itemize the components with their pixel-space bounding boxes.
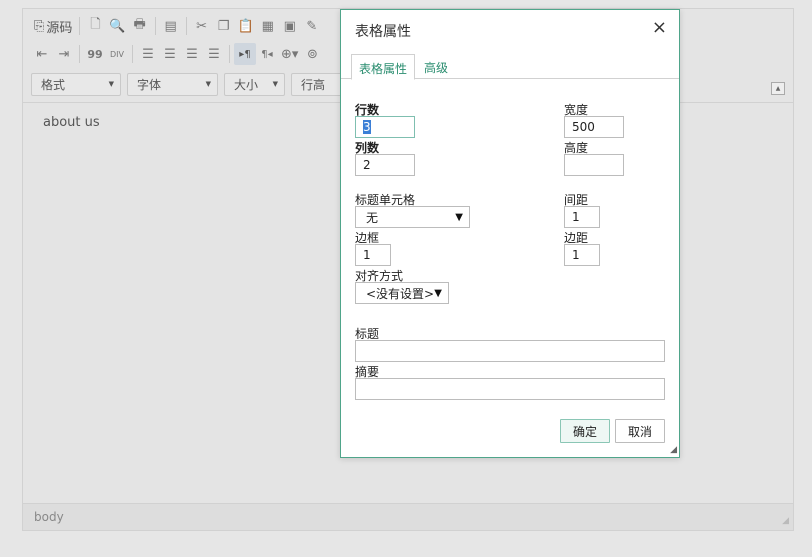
align-left-button[interactable]: ☰	[137, 43, 159, 65]
rtl-button[interactable]: ¶◂	[256, 43, 278, 65]
new-page-button[interactable]: 🗋	[84, 15, 106, 37]
rows-input[interactable]: 3	[355, 116, 415, 138]
paste-text-icon: ▦	[261, 18, 274, 34]
ok-button[interactable]: 确定	[560, 419, 610, 443]
dialog-resize-grip-icon[interactable]: ◢	[670, 445, 677, 455]
align-center-icon: ☰	[164, 46, 176, 62]
size-combo[interactable]: 大小 ▼	[224, 72, 285, 96]
toolbar-separator	[229, 45, 230, 63]
link-icon: ⊚	[306, 46, 318, 62]
cut-button[interactable]: ✂	[191, 15, 213, 37]
header-cells-value: 无	[366, 210, 379, 225]
language-button[interactable]: ⊕▾	[278, 43, 301, 65]
editor-content[interactable]: about us	[43, 115, 100, 130]
tab-table-properties[interactable]: 表格属性	[351, 54, 416, 80]
chevron-down-icon: ▼	[434, 287, 442, 299]
indent-icon: ⇥	[58, 46, 70, 62]
templates-icon: ▤	[164, 18, 177, 34]
caption-input[interactable]	[355, 340, 665, 362]
ltr-icon: ▸¶	[239, 48, 251, 60]
link-button[interactable]: ⊚	[301, 43, 323, 65]
paste-text-button[interactable]: ▦	[257, 15, 279, 37]
summary-input[interactable]	[355, 378, 665, 400]
toolbar-row-1: ⎘ 源码 🗋 🔍 🖶 ▤ ✂ ❐ 📋 ▦ ▣ ✎	[31, 14, 323, 38]
editor-status-bar: body ◢	[23, 503, 793, 530]
source-icon: ⎘	[34, 18, 45, 34]
eraser-icon: ✎	[306, 18, 318, 34]
tab-advanced[interactable]: 高级	[417, 54, 455, 80]
dialog-tabs: 表格属性 高级	[341, 54, 679, 80]
font-combo[interactable]: 字体 ▼	[127, 72, 218, 96]
toolbar-row-3: 格式 ▼ 字体 ▼ 大小 ▼ 行高	[31, 72, 357, 96]
align-select[interactable]: <没有设置> ▼	[355, 282, 449, 304]
align-value: <没有设置>	[366, 286, 435, 301]
triangle-up-icon: ▲	[775, 85, 781, 92]
preview-button[interactable]: 🔍	[106, 15, 128, 37]
toolbar-separator	[79, 17, 81, 35]
header-cells-select[interactable]: 无 ▼	[355, 206, 470, 228]
toolbar-separator	[79, 45, 80, 63]
height-input[interactable]	[564, 154, 624, 176]
close-icon[interactable]: ×	[652, 18, 667, 38]
blockquote-icon: 99	[87, 47, 103, 61]
toolbar-row-2: ⇤ ⇥ 99 DIV ☰ ☰ ☰ ☰ ▸¶ ¶◂ ⊕▾ ⊚	[31, 42, 323, 66]
justify-button[interactable]: ☰	[203, 43, 225, 65]
copy-button[interactable]: ❐	[213, 15, 235, 37]
paste-word-icon: ▣	[283, 18, 296, 34]
div-icon: DIV	[110, 49, 124, 59]
chevron-down-icon: ▼	[455, 211, 463, 223]
paste-word-button[interactable]: ▣	[279, 15, 301, 37]
font-combo-label: 字体	[137, 77, 162, 92]
chevron-down-icon: ▼	[272, 80, 278, 88]
align-left-icon: ☰	[142, 46, 154, 62]
width-input[interactable]: 500	[564, 116, 624, 138]
copy-icon: ❐	[217, 18, 230, 34]
cut-icon: ✂	[196, 18, 208, 34]
rows-value: 3	[363, 120, 371, 134]
border-input[interactable]: 1	[355, 244, 391, 266]
format-combo-label: 格式	[41, 77, 66, 92]
size-combo-label: 大小	[234, 77, 259, 92]
source-button[interactable]: ⎘ 源码	[31, 15, 75, 37]
dialog-title: 表格属性	[355, 24, 411, 40]
ltr-button[interactable]: ▸¶	[234, 43, 256, 65]
templates-button[interactable]: ▤	[160, 15, 182, 37]
align-center-button[interactable]: ☰	[159, 43, 181, 65]
align-right-icon: ☰	[186, 46, 198, 62]
toolbar-separator	[154, 17, 156, 35]
rtl-icon: ¶◂	[261, 48, 273, 60]
preview-icon: 🔍	[109, 18, 126, 34]
paste-icon: 📋	[237, 18, 254, 34]
resize-grip-icon[interactable]: ◢	[782, 516, 789, 526]
source-label: 源码	[46, 20, 73, 36]
chevron-down-icon: ▼	[205, 80, 211, 88]
create-div-button[interactable]: DIV	[106, 43, 128, 65]
table-properties-dialog: 表格属性 × 表格属性 高级 行数 3 宽度 500 列数 2 高度 标题单元格…	[340, 9, 680, 458]
print-button[interactable]: 🖶	[129, 15, 151, 37]
collapse-toolbar-button[interactable]: ▲	[771, 82, 785, 95]
format-combo[interactable]: 格式 ▼	[31, 72, 121, 96]
cols-input[interactable]: 2	[355, 154, 415, 176]
new-page-icon: 🗋	[90, 17, 101, 32]
line-height-combo-label: 行高	[301, 77, 326, 92]
paste-button[interactable]: 📋	[235, 15, 257, 37]
blockquote-button[interactable]: 99	[84, 43, 106, 65]
chevron-down-icon: ▼	[108, 80, 114, 88]
justify-icon: ☰	[208, 46, 220, 62]
outdent-button[interactable]: ⇤	[31, 43, 53, 65]
align-right-button[interactable]: ☰	[181, 43, 203, 65]
remove-format-button[interactable]: ✎	[301, 15, 323, 37]
language-icon: ⊕▾	[281, 46, 299, 62]
element-path[interactable]: body	[34, 510, 64, 524]
indent-button[interactable]: ⇥	[53, 43, 75, 65]
print-icon: 🖶	[133, 17, 146, 32]
toolbar-separator	[185, 17, 187, 35]
toolbar-separator	[132, 45, 133, 63]
outdent-icon: ⇤	[36, 46, 48, 62]
padding-input[interactable]: 1	[564, 244, 600, 266]
cancel-button[interactable]: 取消	[615, 419, 665, 443]
spacing-input[interactable]: 1	[564, 206, 600, 228]
